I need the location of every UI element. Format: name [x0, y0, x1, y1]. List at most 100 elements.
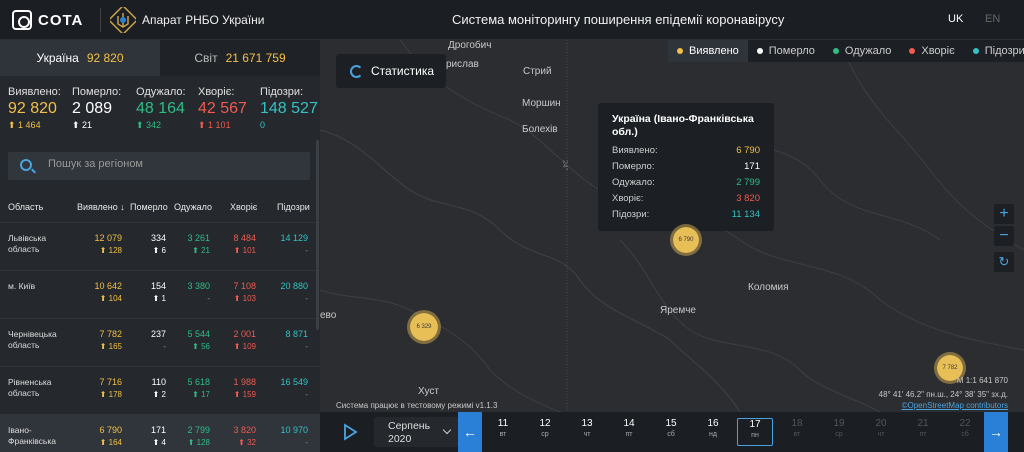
row-dead: 334 ⬆ 6 [151, 233, 166, 255]
total-recovered-value: 48 164 [136, 100, 185, 117]
row-suspected-delta: - [305, 342, 308, 351]
legend-item-sick[interactable]: Хворіє [900, 40, 963, 62]
table-header: Область Виявлено ↓ Померло Одужало Хворі… [0, 192, 320, 222]
tooltip-row: Підозри: 11 134 [612, 209, 760, 225]
th-dead[interactable]: Померло [130, 202, 168, 212]
total-recovered-label: Одужало: [136, 86, 186, 98]
row-region: Львівська область [8, 233, 47, 254]
legend-label: Виявлено [689, 45, 739, 57]
th-recovered[interactable]: Одужало [174, 202, 212, 212]
cota-logo[interactable]: COTA [12, 10, 83, 30]
table-row[interactable]: Івано-Франківська 6 790 ⬆ 164 171 ⬆ 4 2 79… [0, 414, 320, 452]
row-dead-value: 154 [150, 281, 166, 291]
zoom-in-icon[interactable]: + [994, 204, 1014, 224]
total-dead: Померло: 2 089 ⬆ 21 [72, 86, 121, 131]
row-recovered: 5 544 ⬆ 56 [187, 329, 210, 351]
refresh-icon[interactable]: ↻ [994, 252, 1014, 272]
row-dead-value: 334 [150, 233, 166, 243]
row-recovered-value: 2 799 [187, 425, 210, 435]
row-suspected-delta: - [305, 438, 308, 447]
legend-item-dead[interactable]: Померло [748, 40, 824, 62]
table-row[interactable]: Львівська область 12 079 ⬆ 128 334 ⬆ 6 3 2… [0, 222, 320, 270]
row-confirmed-delta: ⬆ 128 [99, 246, 122, 255]
lang-uk-button[interactable]: UK [948, 13, 963, 25]
osm-attribution-link[interactable]: ©OpenStreetMap contributors [902, 401, 1008, 410]
row-confirmed-delta-value: 178 [108, 390, 122, 399]
day-weekday: пт [919, 431, 927, 438]
zoom-out-icon[interactable]: − [994, 226, 1014, 246]
row-suspected-value: 10 970 [280, 425, 308, 435]
row-sick: 8 484 ⬆ 101 [233, 233, 256, 255]
total-sick-delta: ⬆ 1 101 [198, 120, 231, 130]
row-confirmed-delta: ⬆ 165 [99, 342, 122, 351]
tab-ukraine[interactable]: Україна 92 820 [0, 40, 160, 76]
day-weekday: чт [877, 431, 885, 438]
day-item[interactable]: 14 пт [611, 418, 647, 446]
row-recovered: 3 380 - [187, 281, 210, 303]
row-dead-delta: - [163, 342, 166, 351]
th-sick[interactable]: Хворіє [230, 202, 257, 212]
lang-en-button[interactable]: EN [985, 13, 1000, 25]
row-dead-value: 171 [150, 425, 166, 435]
th-suspected[interactable]: Підозри [277, 202, 310, 212]
table-row[interactable]: Чернівецька область 7 782 ⬆ 165 237 - 5 54… [0, 318, 320, 366]
region-search[interactable] [8, 152, 310, 180]
day-item[interactable]: 13 чт [569, 418, 605, 446]
legend-label: Підозри [984, 45, 1024, 57]
place-label: Коломия [748, 282, 789, 293]
tab-world[interactable]: Світ 21 671 759 [160, 40, 320, 76]
day-item[interactable]: 11 вт [485, 418, 521, 446]
map-coordinates: 48° 41' 46.2" пн.ш., 24° 38' 35" зх.д. [878, 390, 1008, 399]
day-number: 13 [581, 418, 593, 429]
place-label: ево [320, 310, 337, 321]
row-confirmed-delta-value: 128 [108, 246, 122, 255]
legend-dot-icon [972, 48, 979, 54]
legend-item-confirmed[interactable]: Виявлено [668, 40, 748, 62]
arrow-left-icon: ← [463, 424, 477, 440]
th-confirmed-label: Виявлено [77, 202, 118, 212]
row-sick-delta-value: 109 [242, 342, 256, 351]
row-confirmed-delta: ⬆ 164 [99, 438, 122, 447]
row-sick-value: 1 988 [233, 377, 256, 387]
day-item[interactable]: 15 сб [653, 418, 689, 446]
day-item-selected[interactable]: 17 пн [737, 418, 773, 446]
row-recovered-value: 5 544 [187, 329, 210, 339]
table-row[interactable]: м. Київ 10 642 ⬆ 104 154 ⬆ 1 3 380 - 7 108 ⬆… [0, 270, 320, 318]
map-scale: М 1:1 641 870 [956, 376, 1008, 385]
search-input[interactable] [48, 158, 298, 170]
day-item[interactable]: 12 ср [527, 418, 563, 446]
timeline-prev-button[interactable]: ← [458, 412, 482, 452]
day-number: 16 [707, 418, 719, 429]
map-view[interactable]: 24° Дрогобич Стрий Моршин Болехів Коломи… [320, 40, 1024, 412]
row-suspected-value: 8 871 [285, 329, 308, 339]
logo-text: COTA [38, 11, 84, 29]
legend-item-suspected[interactable]: Підозри [964, 40, 1024, 62]
cluster-marker[interactable]: 6 790 [670, 224, 702, 256]
table-row[interactable]: Рівненська область 7 716 ⬆ 178 110 ⬆ 2 5 6… [0, 366, 320, 414]
sidebar-scrollbar[interactable] [316, 140, 319, 330]
row-region: м. Київ [8, 281, 36, 291]
cluster-marker[interactable]: 6 329 [407, 310, 441, 344]
row-recovered-value: 3 261 [187, 233, 210, 243]
row-sick: 3 820 ⬆ 32 [233, 425, 256, 447]
day-item[interactable]: 16 нд [695, 418, 731, 446]
legend-dot-icon [756, 48, 763, 54]
row-dead-delta-value: 2 [161, 390, 166, 399]
metric-legend: Виявлено Померло Одужало Хворіє Підозри [668, 40, 1024, 62]
row-suspected-delta: - [305, 390, 308, 399]
day-number: 22 [959, 418, 971, 429]
th-confirmed[interactable]: Виявлено ↓ [77, 202, 125, 212]
row-sick-delta-value: 159 [242, 390, 256, 399]
row-recovered-delta-value: 21 [201, 246, 210, 255]
legend-item-recovered[interactable]: Одужало [824, 40, 901, 62]
grid-meridian-label: 24° [561, 160, 569, 171]
place-label: рислав [446, 59, 479, 70]
total-dead-label: Померло: [72, 86, 122, 98]
timeline-next-button[interactable]: → [984, 412, 1008, 452]
play-icon[interactable] [340, 422, 360, 442]
month-year: 2020 [388, 433, 412, 445]
day-weekday: нд [709, 431, 717, 438]
statistics-button[interactable]: Статистика [336, 54, 446, 88]
th-region[interactable]: Область [8, 202, 43, 212]
month-select[interactable]: Серпень 2020 [374, 417, 458, 447]
